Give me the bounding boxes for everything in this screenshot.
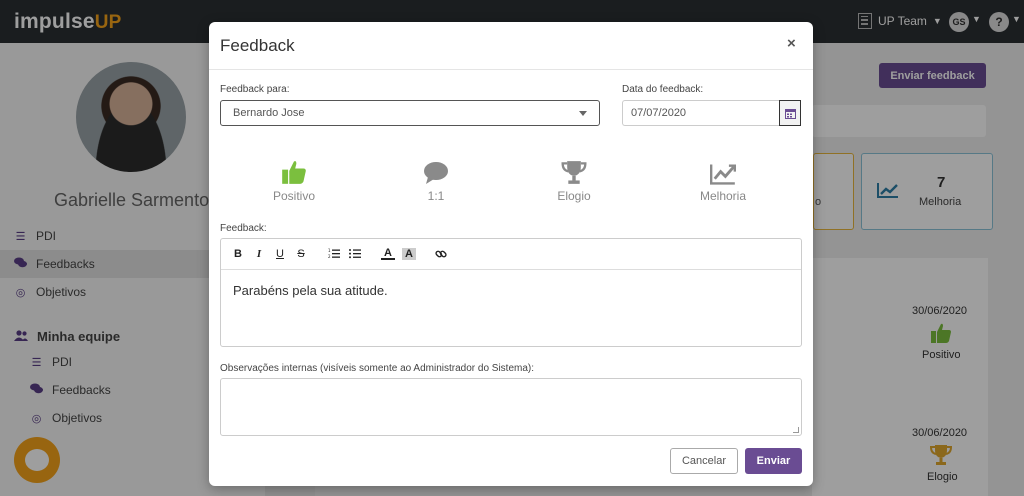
observations-textarea[interactable] (220, 378, 802, 436)
thumbs-up-icon (239, 157, 349, 185)
editor-toolbar: B I U S 12 A A (221, 239, 801, 270)
italic-button[interactable]: I (252, 248, 266, 260)
type-label: Positivo (272, 189, 316, 203)
ordered-list-icon[interactable]: 12 (327, 248, 341, 262)
feedback-date-input[interactable]: 07/07/2020 (622, 100, 780, 126)
feedback-date-label: Data do feedback: (622, 84, 704, 95)
feedback-modal: Feedback × Feedback para: Bernardo Jose … (209, 22, 813, 486)
svg-text:1: 1 (328, 248, 331, 253)
resize-handle-icon[interactable] (793, 427, 799, 433)
submit-button[interactable]: Enviar (745, 448, 802, 474)
feedback-rich-text-editor[interactable]: B I U S 12 A A Parabéns pela sua atitude… (220, 238, 802, 347)
type-option-elogio[interactable]: Elogio (519, 157, 629, 203)
type-label: Melhoria (699, 189, 747, 203)
link-icon[interactable] (434, 248, 448, 263)
cancel-button[interactable]: Cancelar (670, 448, 738, 474)
feedback-recipient-select[interactable]: Bernardo Jose (220, 100, 600, 126)
modal-title: Feedback (220, 36, 295, 55)
feedback-text-label: Feedback: (220, 223, 267, 234)
strikethrough-button[interactable]: S (294, 248, 308, 260)
type-option-one-on-one[interactable]: 1:1 (381, 157, 491, 203)
bullet-list-icon[interactable] (348, 248, 362, 262)
type-option-positivo[interactable]: Positivo (239, 157, 349, 203)
trophy-icon (519, 157, 629, 185)
type-option-melhoria[interactable]: Melhoria (668, 157, 778, 203)
close-icon[interactable]: × (787, 35, 796, 52)
calendar-button[interactable] (779, 100, 801, 126)
svg-text:2: 2 (328, 254, 331, 259)
modal-header: Feedback × (209, 22, 813, 70)
calendar-icon (784, 108, 796, 119)
underline-button[interactable]: U (273, 248, 287, 260)
type-label: 1:1 (427, 189, 445, 203)
font-color-button[interactable]: A (381, 248, 395, 260)
date-value: 07/07/2020 (631, 107, 687, 119)
observations-label: Observações internas (visíveis somente a… (220, 363, 535, 374)
type-label: Elogio (557, 189, 591, 203)
feedback-for-label: Feedback para: (220, 84, 290, 95)
feedback-text[interactable]: Parabéns pela sua atitude. (233, 283, 388, 298)
speech-bubble-icon (381, 157, 491, 185)
trend-chart-icon (668, 157, 778, 185)
recipient-value: Bernardo Jose (233, 107, 305, 119)
highlight-button[interactable]: A (402, 248, 416, 260)
chevron-down-icon (579, 111, 587, 116)
bold-button[interactable]: B (231, 248, 245, 260)
